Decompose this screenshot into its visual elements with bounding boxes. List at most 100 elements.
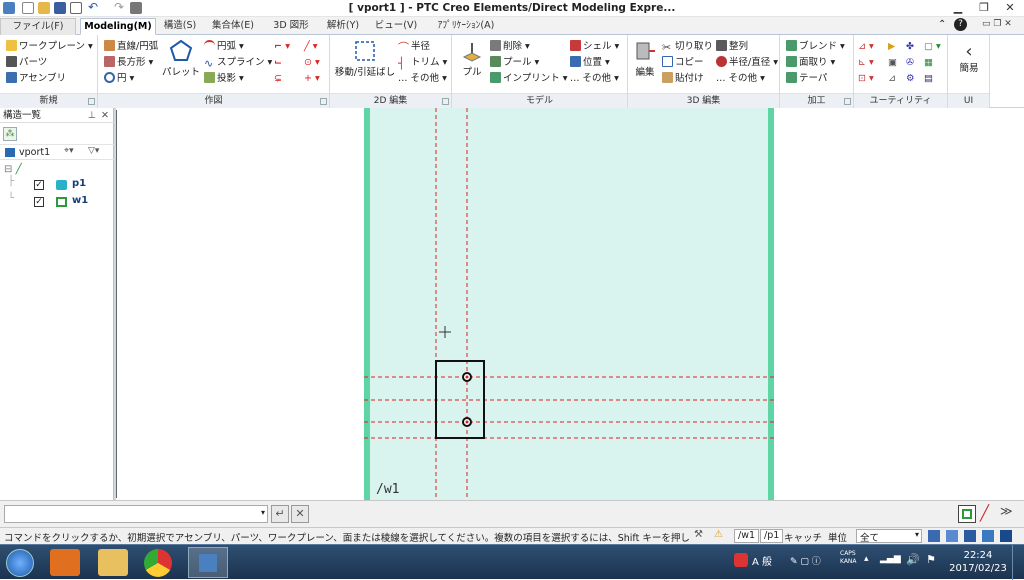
minimize-button[interactable]: ▁ (950, 1, 966, 15)
settings-tool-icon[interactable]: ⚙ (906, 71, 915, 86)
chrome-icon[interactable] (144, 549, 172, 577)
network-icon[interactable]: ▂▄▆ (880, 554, 901, 564)
move-stretch-button[interactable]: 移動/引延ばし (334, 39, 396, 79)
connect-tool-icon[interactable]: ⊊ (274, 71, 282, 86)
tree-item-p1[interactable]: ├ ✓ p1 (8, 176, 108, 194)
layer-tool-icon[interactable]: ✇ (906, 55, 914, 70)
pool-button[interactable]: プール ▾ (490, 55, 539, 70)
back-icon[interactable] (964, 530, 976, 542)
workplane-button[interactable]: ワークプレーン ▾ (6, 39, 93, 54)
command-input[interactable]: ▾ (4, 505, 268, 523)
trim-button[interactable]: ┤ トリム ▾ (398, 55, 447, 70)
line-tool-icon[interactable]: ╱ (980, 504, 989, 522)
delete-button[interactable]: 削除 ▾ (490, 39, 530, 54)
volume-icon[interactable]: 🔊 (906, 553, 920, 566)
tab-file[interactable]: ファイル(F) (0, 18, 76, 35)
dialog-launcher-icon[interactable] (844, 98, 851, 105)
flag-icon[interactable]: ⚑ (926, 553, 936, 566)
visibility-checkbox[interactable]: ✓ (34, 197, 44, 207)
tray-icons[interactable]: ✎ ▢ ⓘ (790, 554, 821, 567)
simple-mode-button[interactable]: ‹ 簡易 (950, 41, 988, 75)
creo-taskbar-button[interactable] (188, 547, 228, 578)
spline-button[interactable]: ∿ スプライン ▾ (204, 55, 272, 70)
media-player-icon[interactable] (50, 549, 80, 576)
fit-icon[interactable] (982, 530, 994, 542)
dimension-tool-icon[interactable]: ⊾ ▾ (858, 55, 874, 70)
close-button[interactable]: ✕ (1002, 1, 1018, 15)
tab-application[interactable]: ｱﾌﾟﾘｹｰｼｮﾝ(A) (426, 18, 506, 35)
filter-tool-icon[interactable]: ⊿ (888, 71, 896, 86)
circle-button[interactable]: 円 ▾ (104, 71, 134, 86)
rectangle-button[interactable]: 長方形 ▾ (104, 55, 153, 70)
project-button[interactable]: 投影 ▾ (204, 71, 244, 86)
line-arc-button[interactable]: 直線/円弧 (104, 39, 158, 54)
tab-analysis[interactable]: 解析(Y) (320, 18, 366, 35)
dialog-launcher-icon[interactable] (320, 98, 327, 105)
measure-tool-icon[interactable]: ⊿ ▾ (858, 39, 874, 54)
enter-button[interactable]: ↵ (271, 505, 289, 523)
tab-modeling[interactable]: Modeling(M) (80, 18, 156, 35)
display-icon[interactable] (946, 530, 958, 542)
arc-button[interactable]: 円弧 ▾ (204, 39, 244, 54)
graphics-viewport[interactable]: /w1 (115, 108, 1024, 500)
color-tool-icon[interactable]: ✤ (906, 39, 914, 54)
ime-indicator[interactable]: A 般 (752, 553, 772, 568)
warning-icon[interactable]: ⚠ (714, 529, 723, 540)
viewport-tool-icon[interactable]: ▦ (924, 55, 933, 70)
property-tool-icon[interactable]: ⊡ ▾ (858, 71, 874, 86)
dialog-launcher-icon[interactable] (88, 98, 95, 105)
tab-structure[interactable]: 構造(S) (157, 18, 203, 35)
tab-3d-geometry[interactable]: 3D 図形 (263, 18, 319, 35)
position-button[interactable]: 位置 ▾ (570, 55, 610, 70)
viewport-selector[interactable]: vport1 ⌖▾ ▽▾ (0, 144, 114, 160)
zoom-icon[interactable] (1000, 530, 1012, 542)
window-tool-icon[interactable]: ▢ ▾ (924, 39, 941, 54)
workplane-canvas[interactable] (115, 108, 1024, 500)
3d-more-button[interactable]: … その他 ▾ (716, 71, 765, 86)
corner-tool-icon[interactable]: ⌙ (274, 55, 282, 70)
copy-button[interactable]: コピー (662, 55, 704, 70)
visibility-checkbox[interactable]: ✓ (34, 180, 44, 190)
tree-root[interactable]: ⊟ ╱ (4, 164, 22, 175)
restore-button[interactable]: ❐ (976, 1, 992, 15)
binoculars-icon[interactable]: ⌖▾ (64, 146, 74, 156)
explorer-icon[interactable] (98, 549, 128, 576)
expand-icon[interactable]: ≫ (1000, 504, 1013, 518)
collapse-ribbon-icon[interactable]: ⌃ (938, 19, 946, 30)
app-tray-icon[interactable] (734, 553, 748, 567)
taper-button[interactable]: テーパ (786, 71, 827, 86)
tree-view-icon[interactable]: ⁂ (3, 127, 17, 141)
cancel-button[interactable]: ✕ (291, 505, 309, 523)
edit-3d-button[interactable]: 編集 (630, 39, 660, 79)
current-workplane[interactable]: /w1 (734, 529, 760, 543)
align-button[interactable]: 整列 (716, 39, 748, 54)
filter-icon[interactable]: ▽▾ (88, 146, 99, 156)
blend-button[interactable]: ブレンド ▾ (786, 39, 845, 54)
show-hidden-icons[interactable]: ▴ (864, 554, 869, 564)
shell-button[interactable]: シェル ▾ (570, 39, 619, 54)
model-more-button[interactable]: … その他 ▾ (570, 71, 619, 86)
view-icon[interactable] (928, 530, 940, 542)
select-tool-icon[interactable]: ▶ (888, 39, 895, 54)
paste-button[interactable]: 貼付け (662, 71, 704, 86)
hatch-tool-icon[interactable]: ⌐ ▾ (274, 39, 290, 54)
imprint-button[interactable]: インプリント ▾ (490, 71, 568, 86)
pull-button[interactable]: プル (456, 41, 488, 79)
clipboard-tool-icon[interactable]: ▣ (888, 55, 897, 70)
help-icon[interactable]: ? (954, 18, 967, 31)
current-part[interactable]: /p1 (760, 529, 784, 543)
clock[interactable]: 22:24 2017/02/23 (948, 549, 1008, 575)
tab-assembly[interactable]: 集合体(E) (205, 18, 261, 35)
palette-button[interactable]: パレット (160, 39, 202, 79)
chevron-down-icon[interactable]: ▾ (261, 508, 265, 517)
ribbon-window-controls[interactable]: ▭ ❐ ✕ (982, 19, 1012, 29)
unit-button[interactable]: 単位 (828, 530, 847, 544)
construction-circle-icon[interactable]: ⊙ ▾ (304, 55, 320, 70)
construction-line-icon[interactable]: ╱ ▾ (304, 39, 318, 54)
part-button[interactable]: パーツ (6, 55, 47, 70)
workplane-toggle-button[interactable] (958, 505, 976, 523)
cut-button[interactable]: ✂ 切り取り (662, 39, 713, 54)
start-button[interactable] (6, 549, 34, 577)
assembly-button[interactable]: アセンブリ (6, 71, 66, 86)
tree-item-w1[interactable]: └ ✓ w1 (8, 193, 108, 211)
